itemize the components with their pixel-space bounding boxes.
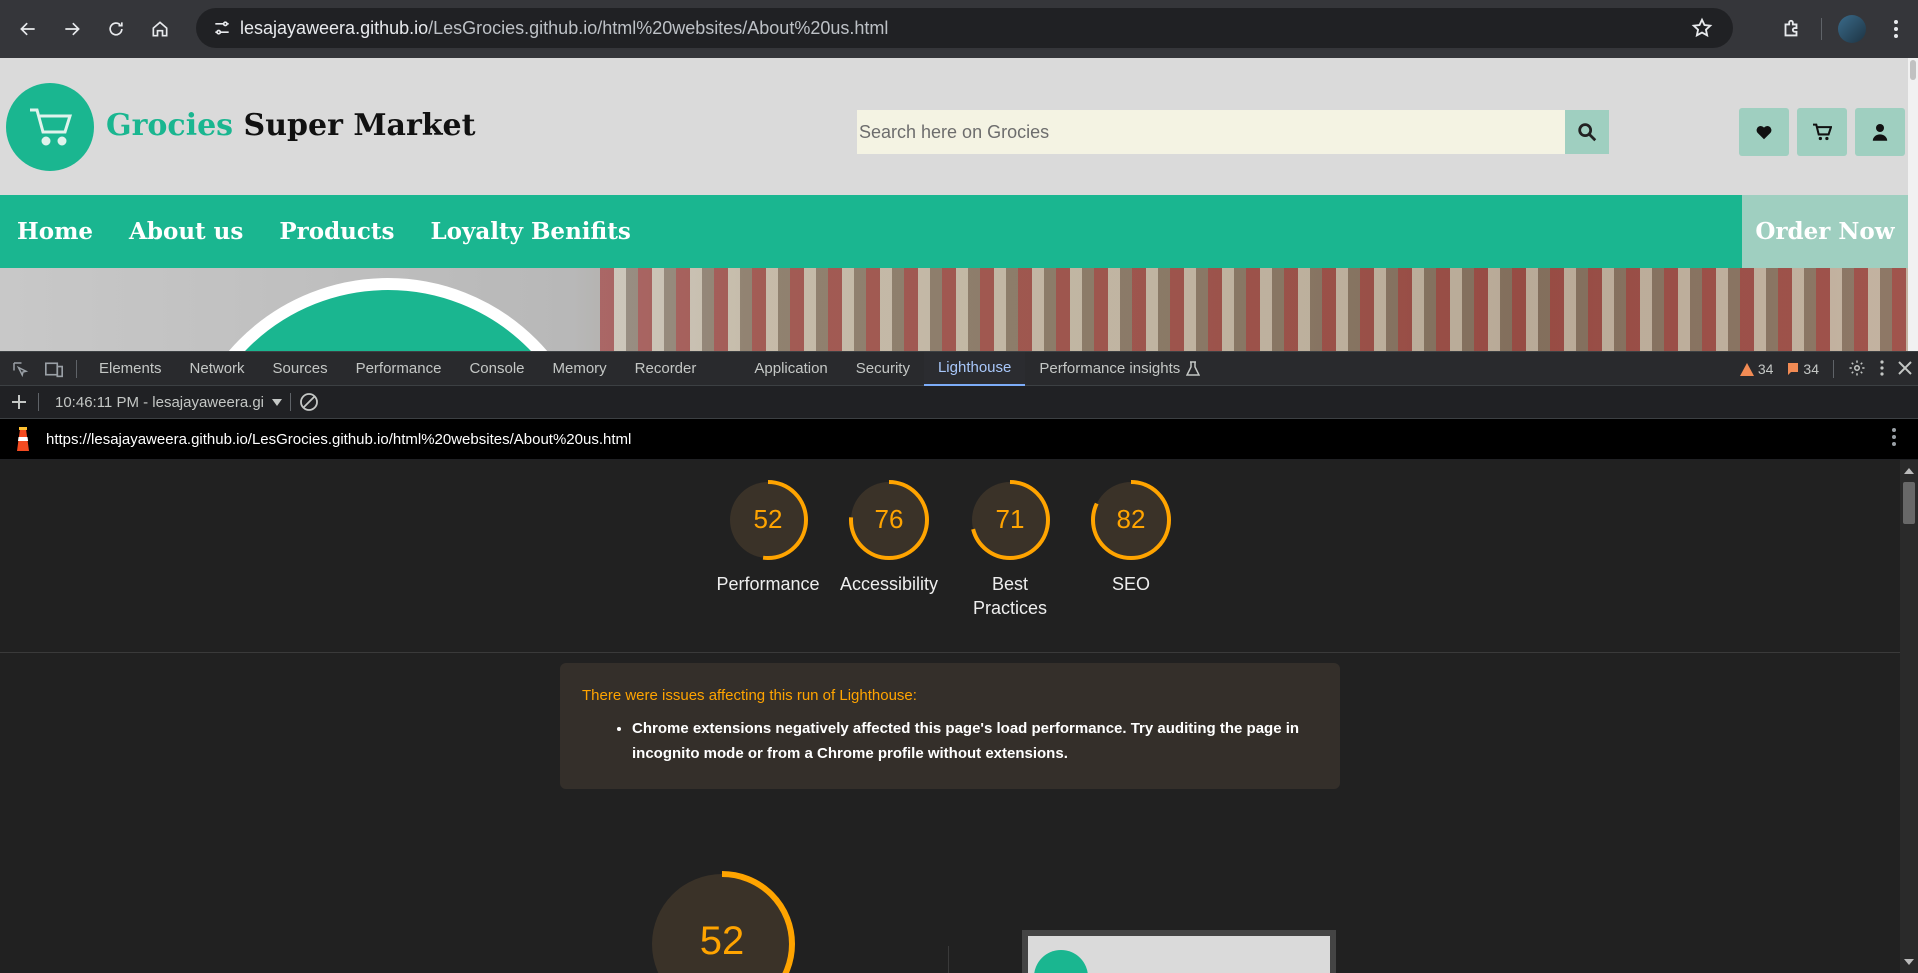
report-scrollbar[interactable] [1900,460,1918,973]
warning-triangle-icon [1739,362,1754,376]
warnings-badge[interactable]: 34 [1739,361,1773,377]
report-selector[interactable]: 10:46:11 PM - lesajayaweera.gi [55,394,264,411]
gauge-performance[interactable]: 52 Performance [708,478,828,596]
order-now-button[interactable]: Order Now [1742,195,1908,268]
big-performance-gauge[interactable]: 52 [642,864,802,973]
cart-logo-icon[interactable] [6,83,94,171]
address-bar[interactable]: lesajayaweera.github.io/LesGrocies.githu… [196,8,1733,48]
tab-application[interactable]: Application [740,352,841,386]
warning-item: Chrome extensions negatively affected th… [632,716,1318,766]
report-menu-icon[interactable] [1892,427,1896,451]
gauge-score: 52 [754,504,783,534]
lighthouse-logo-icon [17,427,29,451]
report-url[interactable]: https://lesajayaweera.github.io/LesGroci… [46,431,631,448]
chrome-menu-icon[interactable] [1874,7,1918,51]
browser-toolbar: lesajayaweera.github.io/LesGrocies.githu… [0,0,1918,58]
gauge-label: Best Practices [972,574,1048,618]
cart-icon[interactable] [1797,108,1847,156]
forward-icon[interactable] [50,7,94,51]
site-info-icon[interactable] [204,8,240,48]
gauge-score: 76 [875,504,904,534]
profile-avatar[interactable] [1830,7,1874,51]
nav-loyalty-benefits[interactable]: Loyalty Benifits [430,218,630,245]
gauge-label: Accessibility [839,574,939,594]
site-scrollbar[interactable] [1908,58,1918,351]
gauge-score: 71 [996,504,1025,534]
lighthouse-toolbar: 10:46:11 PM - lesajayaweera.gi [0,386,1918,419]
hero-circle [178,278,598,351]
extensions-icon[interactable] [1769,7,1813,51]
issues-badge[interactable]: 34 [1787,361,1819,377]
site-search [857,110,1609,154]
tab-performance-insights[interactable]: Performance insights [1025,352,1214,386]
devtools-panel: Elements Network Sources Performance Con… [0,351,1918,973]
lighthouse-report: 52 Performance 76 Accessibility 71 Best Practi… [0,460,1900,973]
dropdown-arrow-icon[interactable] [272,398,283,406]
gauge-label: SEO [1111,574,1150,594]
gauge-best-practices[interactable]: 71 Best Practices [950,478,1070,620]
tab-lighthouse[interactable]: Lighthouse [923,351,1026,386]
close-devtools-icon[interactable] [1898,360,1912,378]
big-gauge-score: 52 [700,919,745,963]
search-icon[interactable] [1565,110,1609,154]
warning-title: There were issues affecting this run of … [582,687,917,704]
user-icon[interactable] [1855,108,1905,156]
tab-memory[interactable]: Memory [539,352,621,386]
tab-security[interactable]: Security [842,352,924,386]
site-header: Grocies Super Market [0,58,1908,195]
issue-flag-icon [1788,362,1799,375]
heart-icon[interactable] [1739,108,1789,156]
tab-elements[interactable]: Elements [85,352,176,386]
nav-about-us[interactable]: About us [129,218,243,245]
tab-sources[interactable]: Sources [259,352,342,386]
website-viewport: Grocies Super Market Home About us Produ… [0,58,1908,351]
hero-banner [0,268,1908,351]
gauge-label: Performance [716,574,820,594]
inspect-element-icon[interactable] [6,352,34,386]
tab-network[interactable]: Network [176,352,259,386]
page-screenshot-thumbnail[interactable] [1022,930,1336,973]
gauge-score: 82 [1117,504,1146,534]
tab-console[interactable]: Console [455,352,538,386]
new-report-icon[interactable] [0,395,38,409]
home-icon[interactable] [138,7,182,51]
reload-icon[interactable] [94,7,138,51]
nav-products[interactable]: Products [279,218,394,245]
gauge-seo[interactable]: 82 SEO [1071,478,1191,596]
url-text[interactable]: lesajayaweera.github.io/LesGrocies.githu… [240,18,888,39]
tab-recorder[interactable]: Recorder [621,352,711,386]
hero-background-image [600,268,1908,351]
score-gauges: 52 Performance 76 Accessibility 71 Best Practi… [0,460,1900,653]
run-warning-box: There were issues affecting this run of … [560,663,1340,789]
devtools-tabbar: Elements Network Sources Performance Con… [0,351,1918,386]
site-nav: Home About us Products Loyalty Benifits … [0,195,1908,268]
gauge-accessibility[interactable]: 76 Accessibility [829,478,949,596]
flask-icon [1186,360,1201,376]
device-toolbar-icon[interactable] [40,352,68,386]
search-input[interactable] [857,110,1565,154]
report-url-bar: https://lesajayaweera.github.io/LesGroci… [0,419,1918,459]
clear-reports-icon[interactable] [299,392,319,412]
back-icon[interactable] [6,7,50,51]
devtools-menu-icon[interactable] [1880,359,1884,379]
nav-home[interactable]: Home [17,218,93,245]
tab-performance[interactable]: Performance [342,352,456,386]
site-brand[interactable]: Grocies Super Market [106,108,476,143]
settings-gear-icon[interactable] [1848,359,1866,380]
bookmark-star-icon[interactable] [1691,17,1713,44]
